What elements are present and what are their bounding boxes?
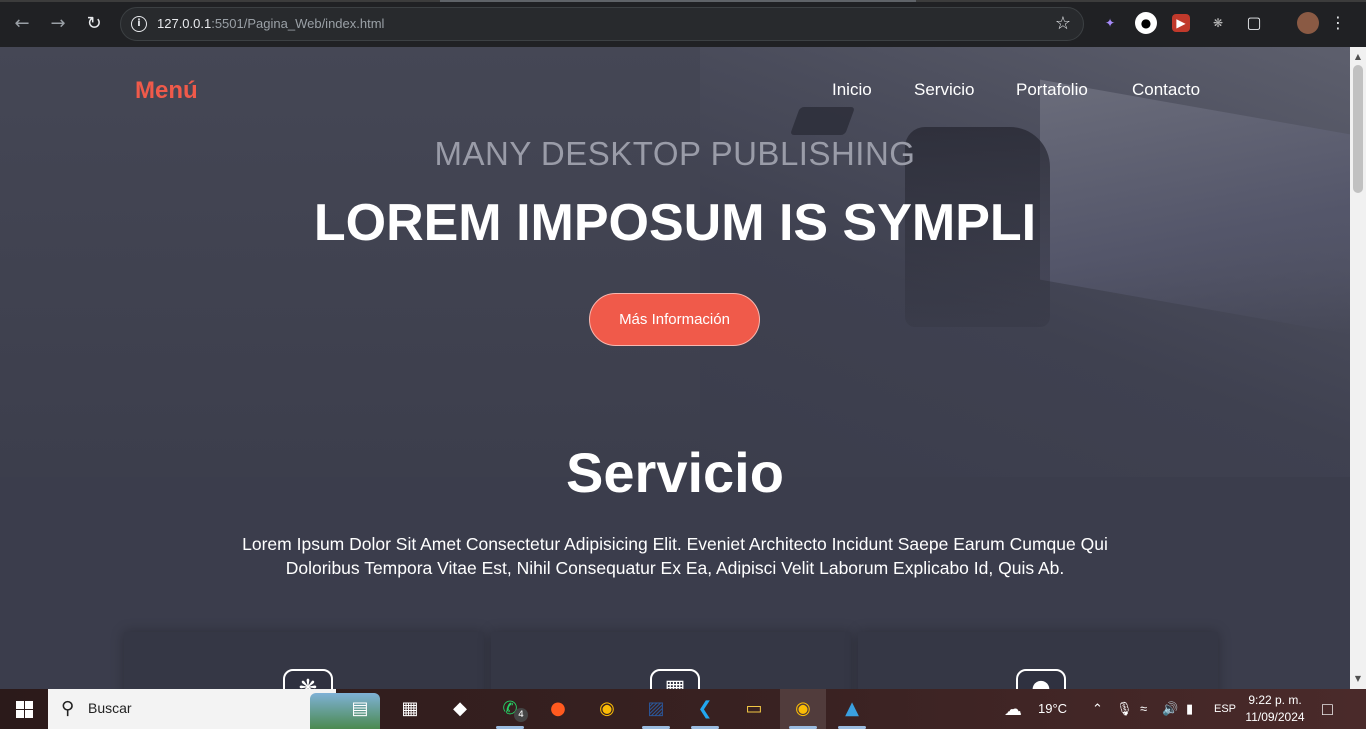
windows-logo-icon [16,701,33,718]
more-info-button[interactable]: Más Información [589,293,760,346]
weather-temperature[interactable]: 19°C [1038,689,1067,729]
service-design-icon: ▦ [650,669,700,689]
service-card: ❋ [124,632,484,689]
page-scrollbar[interactable]: ▲ ▼ [1350,47,1366,689]
service-apple-icon: ● [1016,669,1066,689]
web-page: Menú Inicio Servicio Portafolio Contacto… [0,47,1350,689]
show-hidden-icons-chevron-icon[interactable]: ⌃ [1092,689,1103,729]
service-card: ● [858,632,1218,689]
url-text[interactable]: 127.0.0.1:5501/Pagina_Web/index.html [157,16,384,31]
extensions-puzzle-icon[interactable]: ▢ [1243,12,1265,34]
clock-date: 11/09/2024 [1245,710,1305,724]
notifications-icon[interactable]: □ [1322,689,1333,729]
extension-red-icon[interactable]: ▶ [1172,14,1190,32]
service-card: ▦ [491,632,851,689]
microsoft-store-icon[interactable]: ▦ [387,689,433,729]
search-placeholder: Buscar [88,700,132,716]
weather-icon[interactable]: ☁ [1004,689,1022,729]
taskbar-search-box[interactable]: ⚲ Buscar [48,689,380,729]
forward-arrow-icon[interactable]: → [46,12,70,36]
services-description: Lorem Ipsum Dolor Sit Amet Consectetur A… [242,534,1108,578]
hero-phone-shape [789,107,856,135]
address-bar[interactable]: i 127.0.0.1:5501/Pagina_Web/index.html ☆ [120,7,1084,41]
chrome-profile-icon[interactable]: ◉ [780,689,826,729]
microphone-icon[interactable]: 🎙 [1116,689,1133,729]
browser-toolbar: ← → ↻ i 127.0.0.1:5501/Pagina_Web/index.… [0,0,1366,47]
service-gear-icon: ❋ [283,669,333,689]
nav-link-inicio[interactable]: Inicio [832,80,872,100]
windows-taskbar: ⚲ Buscar ▤ ▦ ◆ ✆ 4 ● ◉ ▨ ❮ ▭ ◉ ▲ ☁ 19°C ⌃… [0,689,1366,729]
nav-link-contacto[interactable]: Contacto [1132,80,1200,100]
nav-link-portafolio[interactable]: Portafolio [1016,80,1088,100]
url-host: 127.0.0.1 [157,16,212,31]
extension-feather-icon[interactable]: ✦ [1099,12,1121,34]
site-info-icon[interactable]: i [131,16,147,32]
hero-kicker: MANY DESKTOP PUBLISHING [434,135,916,172]
input-language[interactable]: ESP [1214,689,1236,729]
chrome-icon[interactable]: ◉ [584,689,630,729]
volume-icon[interactable]: 🔊 [1162,689,1178,729]
extension-panda-icon[interactable]: ● [1135,12,1157,34]
whatsapp-badge: 4 [514,708,528,722]
extension-gear-icon[interactable]: ❋ [1207,12,1229,34]
ea-app-icon[interactable]: ● [535,689,581,729]
scroll-down-arrow-icon[interactable]: ▼ [1350,671,1366,687]
search-icon: ⚲ [61,698,75,719]
clock-time: 9:22 p. m. [1248,693,1302,707]
tab-strip [0,0,1366,2]
roblox-icon[interactable]: ◆ [437,689,483,729]
photos-icon[interactable]: ▲ [829,689,875,729]
file-explorer-icon[interactable]: ▭ [731,689,777,729]
scroll-up-arrow-icon[interactable]: ▲ [1350,49,1366,65]
whatsapp-icon[interactable]: ✆ 4 [487,689,533,729]
profile-avatar[interactable] [1297,12,1319,34]
back-arrow-icon[interactable]: ← [10,12,34,36]
vscode-icon[interactable]: ❮ [682,689,728,729]
battery-icon[interactable]: ▮ [1186,689,1193,729]
services-title: Servicio [566,441,784,504]
hero-headline: LOREM IMPOSUM IS SYMPLI [313,194,1037,252]
scrollbar-thumb[interactable] [1353,65,1363,193]
wifi-icon[interactable]: ≈ [1140,689,1147,729]
start-button[interactable] [0,689,48,729]
hero-section [0,47,1350,477]
url-path: :5501/Pagina_Web/index.html [211,16,385,31]
task-view-icon[interactable]: ▤ [337,689,383,729]
bookmark-star-icon[interactable]: ☆ [1055,13,1071,34]
word-icon[interactable]: ▨ [633,689,679,729]
site-logo[interactable]: Menú [135,77,198,105]
active-tab-indicator [440,0,916,2]
taskbar-clock[interactable]: 9:22 p. m. 11/09/2024 [1240,692,1310,726]
reload-icon[interactable]: ↻ [82,12,106,36]
nav-link-servicio[interactable]: Servicio [914,80,974,100]
browser-menu-icon[interactable]: ⋮ [1327,12,1349,34]
